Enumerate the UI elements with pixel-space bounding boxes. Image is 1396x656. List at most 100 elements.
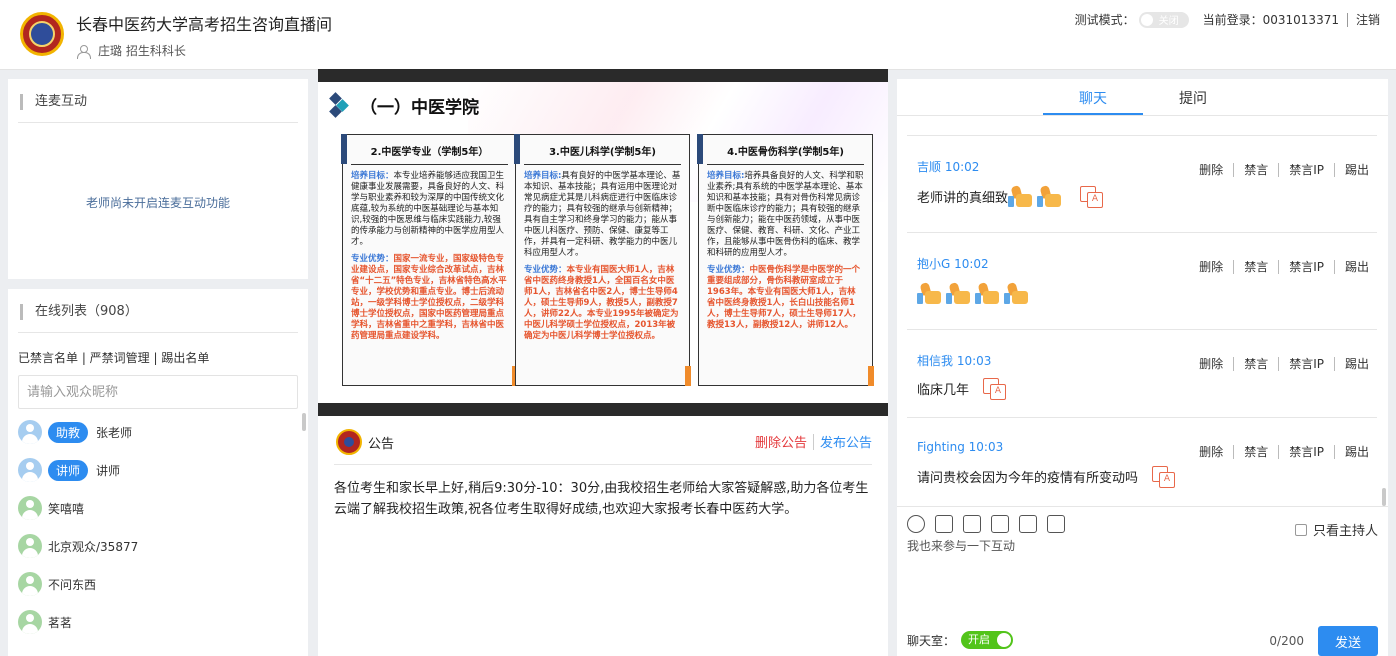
slide-viewer: （一）中医学院 2.中医学专业（学制5年） 培养目标：本专业培养能够适应我国卫生…	[318, 69, 888, 416]
avatar	[18, 458, 42, 482]
user-name: 张老师	[96, 425, 133, 440]
delete-button[interactable]: 删除	[1199, 443, 1223, 460]
kick-button[interactable]: 踢出	[1345, 355, 1369, 372]
avatar	[18, 496, 42, 520]
university-logo	[336, 429, 362, 455]
message-actions: 删除 禁言 禁言IP 踢出	[1199, 258, 1369, 275]
user-name: 北京观众/35877	[48, 539, 139, 554]
test-mode-toggle[interactable]: 关闭	[1138, 11, 1189, 28]
message-author[interactable]: 抱小G 10:02	[917, 255, 989, 272]
user-list-item[interactable]: 笑嘻嘻	[18, 494, 84, 522]
chat-message: 抱小G 10:02 删除 禁言 禁言IP 踢出	[907, 232, 1377, 329]
user-list-item[interactable]: 茗茗	[18, 608, 72, 636]
thumbs-up-icon	[975, 281, 1001, 305]
message-author[interactable]: 吉顺 10:02	[917, 158, 979, 175]
user-list-item[interactable]: 助教 张老师	[18, 418, 132, 446]
mute-button[interactable]: 禁言	[1244, 443, 1268, 460]
mute-ip-button[interactable]: 禁言IP	[1289, 443, 1324, 460]
divider	[18, 332, 298, 333]
message-actions: 删除 禁言 禁言IP 踢出	[1199, 443, 1369, 460]
chat-message: 吉顺 10:02 删除 禁言 禁言IP 踢出 老师讲的真细致	[907, 135, 1377, 232]
delete-button[interactable]: 删除	[1199, 258, 1223, 275]
current-login: 当前登录：0031013371	[1202, 13, 1339, 27]
room-title: 长春中医药大学高考招生咨询直播间	[76, 15, 333, 34]
announcement-body: 各位考生和家长早上好,稍后9:30分-10：30分,由我校招生老师给大家答疑解惑…	[334, 481, 869, 517]
header-bar: 长春中医药大学高考招生咨询直播间 庄璐 招生科科长 测试模式： 关闭 当前登录：…	[0, 0, 1396, 70]
announcement-actions: 删除公告 发布公告	[755, 432, 872, 451]
chat-scrollbar[interactable]	[1382, 488, 1386, 506]
chat-room-switch: 聊天室： 开启	[907, 631, 1014, 649]
thumbs-up-icon	[1008, 184, 1034, 208]
kick-button[interactable]: 踢出	[1345, 258, 1369, 275]
gift-icon[interactable]	[963, 515, 981, 533]
chat-panel: 聊天 提问 吉顺 10:02 删除 禁言 禁言IP 踢出 老师讲的真细致 抱小G…	[897, 79, 1388, 656]
slide-heading: （一）中医学院	[329, 92, 479, 118]
chat-room-toggle[interactable]: 开启	[961, 631, 1014, 649]
translate-icon[interactable]	[1080, 186, 1104, 208]
card-title: 3.中医儿科学(学制5年)	[549, 147, 656, 158]
translate-icon[interactable]	[983, 378, 1007, 400]
translate-icon[interactable]	[1152, 466, 1176, 488]
user-name: 笑嘻嘻	[48, 501, 85, 516]
slide-card: 2.中医学专业（学制5年） 培养目标：本专业培养能够适应我国卫生健康事业发展需要…	[341, 134, 518, 386]
lianmai-title: 连麦互动	[20, 94, 87, 110]
slide-page: （一）中医学院 2.中医学专业（学制5年） 培养目标：本专业培养能够适应我国卫生…	[318, 82, 888, 403]
lianmai-empty-message: 老师尚未开启连麦互动功能	[85, 196, 230, 210]
message-author[interactable]: 相信我 10:03	[917, 352, 991, 369]
delete-button[interactable]: 删除	[1199, 161, 1223, 178]
online-list-panel: 在线列表（908） 已禁言名单 | 严禁词管理 | 踢出名单 助教 张老师 讲师…	[8, 289, 308, 656]
edit-icon[interactable]	[1019, 515, 1037, 533]
mute-ip-button[interactable]: 禁言IP	[1289, 258, 1324, 275]
send-button[interactable]: 发送	[1318, 626, 1378, 656]
thumbs-up-icon	[1004, 281, 1030, 305]
mute-button[interactable]: 禁言	[1244, 355, 1268, 372]
host-info: 庄璐 招生科科长	[76, 42, 186, 59]
message-text: 老师讲的真细致	[917, 184, 1104, 208]
role-badge: 讲师	[48, 459, 89, 481]
online-scrollbar[interactable]	[302, 413, 306, 431]
mute-button[interactable]: 禁言	[1244, 258, 1268, 275]
announcement-panel: 公告 删除公告 发布公告 各位考生和家长早上好,稍后9:30分-10：30分,由…	[318, 416, 888, 656]
management-links[interactable]: 已禁言名单 | 严禁词管理 | 踢出名单	[18, 349, 209, 366]
thumbs-up-icon	[917, 281, 943, 305]
host-name: 庄璐 招生科科长	[98, 44, 186, 58]
card-title: 4.中医骨伤科学(学制5年)	[727, 147, 844, 158]
logout-link[interactable]: 注销	[1356, 11, 1380, 28]
only-host-checkbox[interactable]	[1294, 523, 1307, 536]
calendar-icon[interactable]	[935, 515, 953, 533]
role-badge: 助教	[48, 421, 89, 443]
delete-announcement-button[interactable]: 删除公告	[755, 432, 807, 451]
chat-message: 相信我 10:03 删除 禁言 禁言IP 踢出 临床几年	[907, 329, 1377, 417]
divider	[1346, 12, 1348, 27]
chat-message: Fighting 10:03 删除 禁言 禁言IP 踢出 请问贵校会因为今年的疫…	[907, 417, 1377, 505]
user-list-item[interactable]: 讲师 讲师	[18, 456, 120, 484]
divider	[18, 122, 298, 123]
avatar	[18, 610, 42, 634]
online-title: 在线列表（908）	[20, 304, 138, 320]
image-icon[interactable]	[1047, 515, 1065, 533]
char-counter: 0/200	[1269, 634, 1304, 648]
audience-search-input[interactable]	[18, 375, 298, 409]
mute-ip-button[interactable]: 禁言IP	[1289, 161, 1324, 178]
emoji-icon[interactable]	[907, 515, 925, 533]
diamond-icon	[329, 92, 352, 118]
kick-button[interactable]: 踢出	[1345, 443, 1369, 460]
user-list-item[interactable]: 不问东西	[18, 570, 96, 598]
message-text	[917, 281, 1033, 305]
checklist-icon[interactable]	[991, 515, 1009, 533]
publish-announcement-button[interactable]: 发布公告	[820, 432, 872, 451]
tab-chat[interactable]: 聊天	[1079, 88, 1107, 108]
slide-card: 4.中医骨伤科学(学制5年) 培养目标:培养具备良好的人文、科学和职业素养;具有…	[697, 134, 874, 386]
user-list-item[interactable]: 北京观众/35877	[18, 532, 138, 560]
thumbs-up-icon	[1037, 184, 1063, 208]
mute-button[interactable]: 禁言	[1244, 161, 1268, 178]
message-text: 临床几年	[917, 378, 1007, 400]
message-author[interactable]: Fighting 10:03	[917, 440, 1003, 454]
delete-button[interactable]: 删除	[1199, 355, 1223, 372]
kick-button[interactable]: 踢出	[1345, 161, 1369, 178]
chat-input[interactable]	[907, 537, 1377, 617]
mute-ip-button[interactable]: 禁言IP	[1289, 355, 1324, 372]
chat-tabs: 聊天 提问	[897, 79, 1388, 116]
message-actions: 删除 禁言 禁言IP 踢出	[1199, 161, 1369, 178]
tab-questions[interactable]: 提问	[1179, 88, 1207, 108]
